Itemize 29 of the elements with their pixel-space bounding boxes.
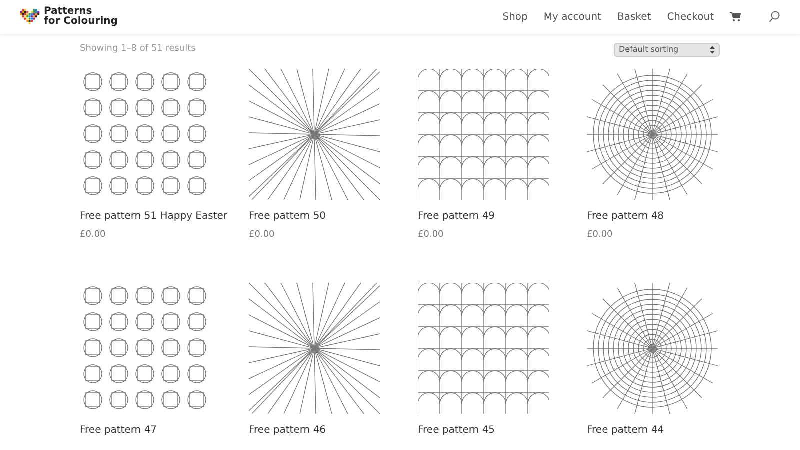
product-price: £0.00 [249,229,276,241]
nav-link[interactable]: Basket [617,10,652,24]
search-icon[interactable] [769,11,780,23]
pattern-drawing[interactable] [249,69,380,200]
product-price: £0.00 [418,229,445,241]
sorting-dropdown[interactable]: Default sorting [614,43,720,57]
product-title[interactable]: Free pattern 51 Happy Easter [80,210,228,224]
product-title[interactable]: Free pattern 48 [587,210,664,224]
nav-link[interactable]: Shop [502,10,528,24]
nav-link[interactable]: My account [544,10,602,24]
product-price: £0.00 [587,229,614,241]
pattern-drawing[interactable] [587,283,718,414]
cart-icon[interactable] [730,12,741,22]
pattern-drawing[interactable] [249,283,380,414]
product-title[interactable]: Free pattern 44 [587,424,664,438]
product-price: £0.00 [80,229,107,241]
product-title[interactable]: Free pattern 45 [418,424,496,438]
product-title[interactable]: Free pattern 50 [249,210,326,224]
pattern-drawing[interactable] [418,283,549,414]
heart-logo-icon [20,9,40,25]
product-title[interactable]: Free pattern 49 [418,210,496,224]
result-count: Showing 1–8 of 51 results [80,43,196,56]
site-logo-text[interactable]: Patterns for Colouring [44,7,118,27]
nav-link[interactable]: Checkout [667,10,714,24]
product-title[interactable]: Free pattern 46 [249,424,326,438]
pattern-drawing[interactable] [587,69,718,200]
product-title[interactable]: Free pattern 47 [80,424,158,438]
up-down-arrows-icon [710,46,715,54]
pattern-drawing[interactable] [418,69,549,200]
